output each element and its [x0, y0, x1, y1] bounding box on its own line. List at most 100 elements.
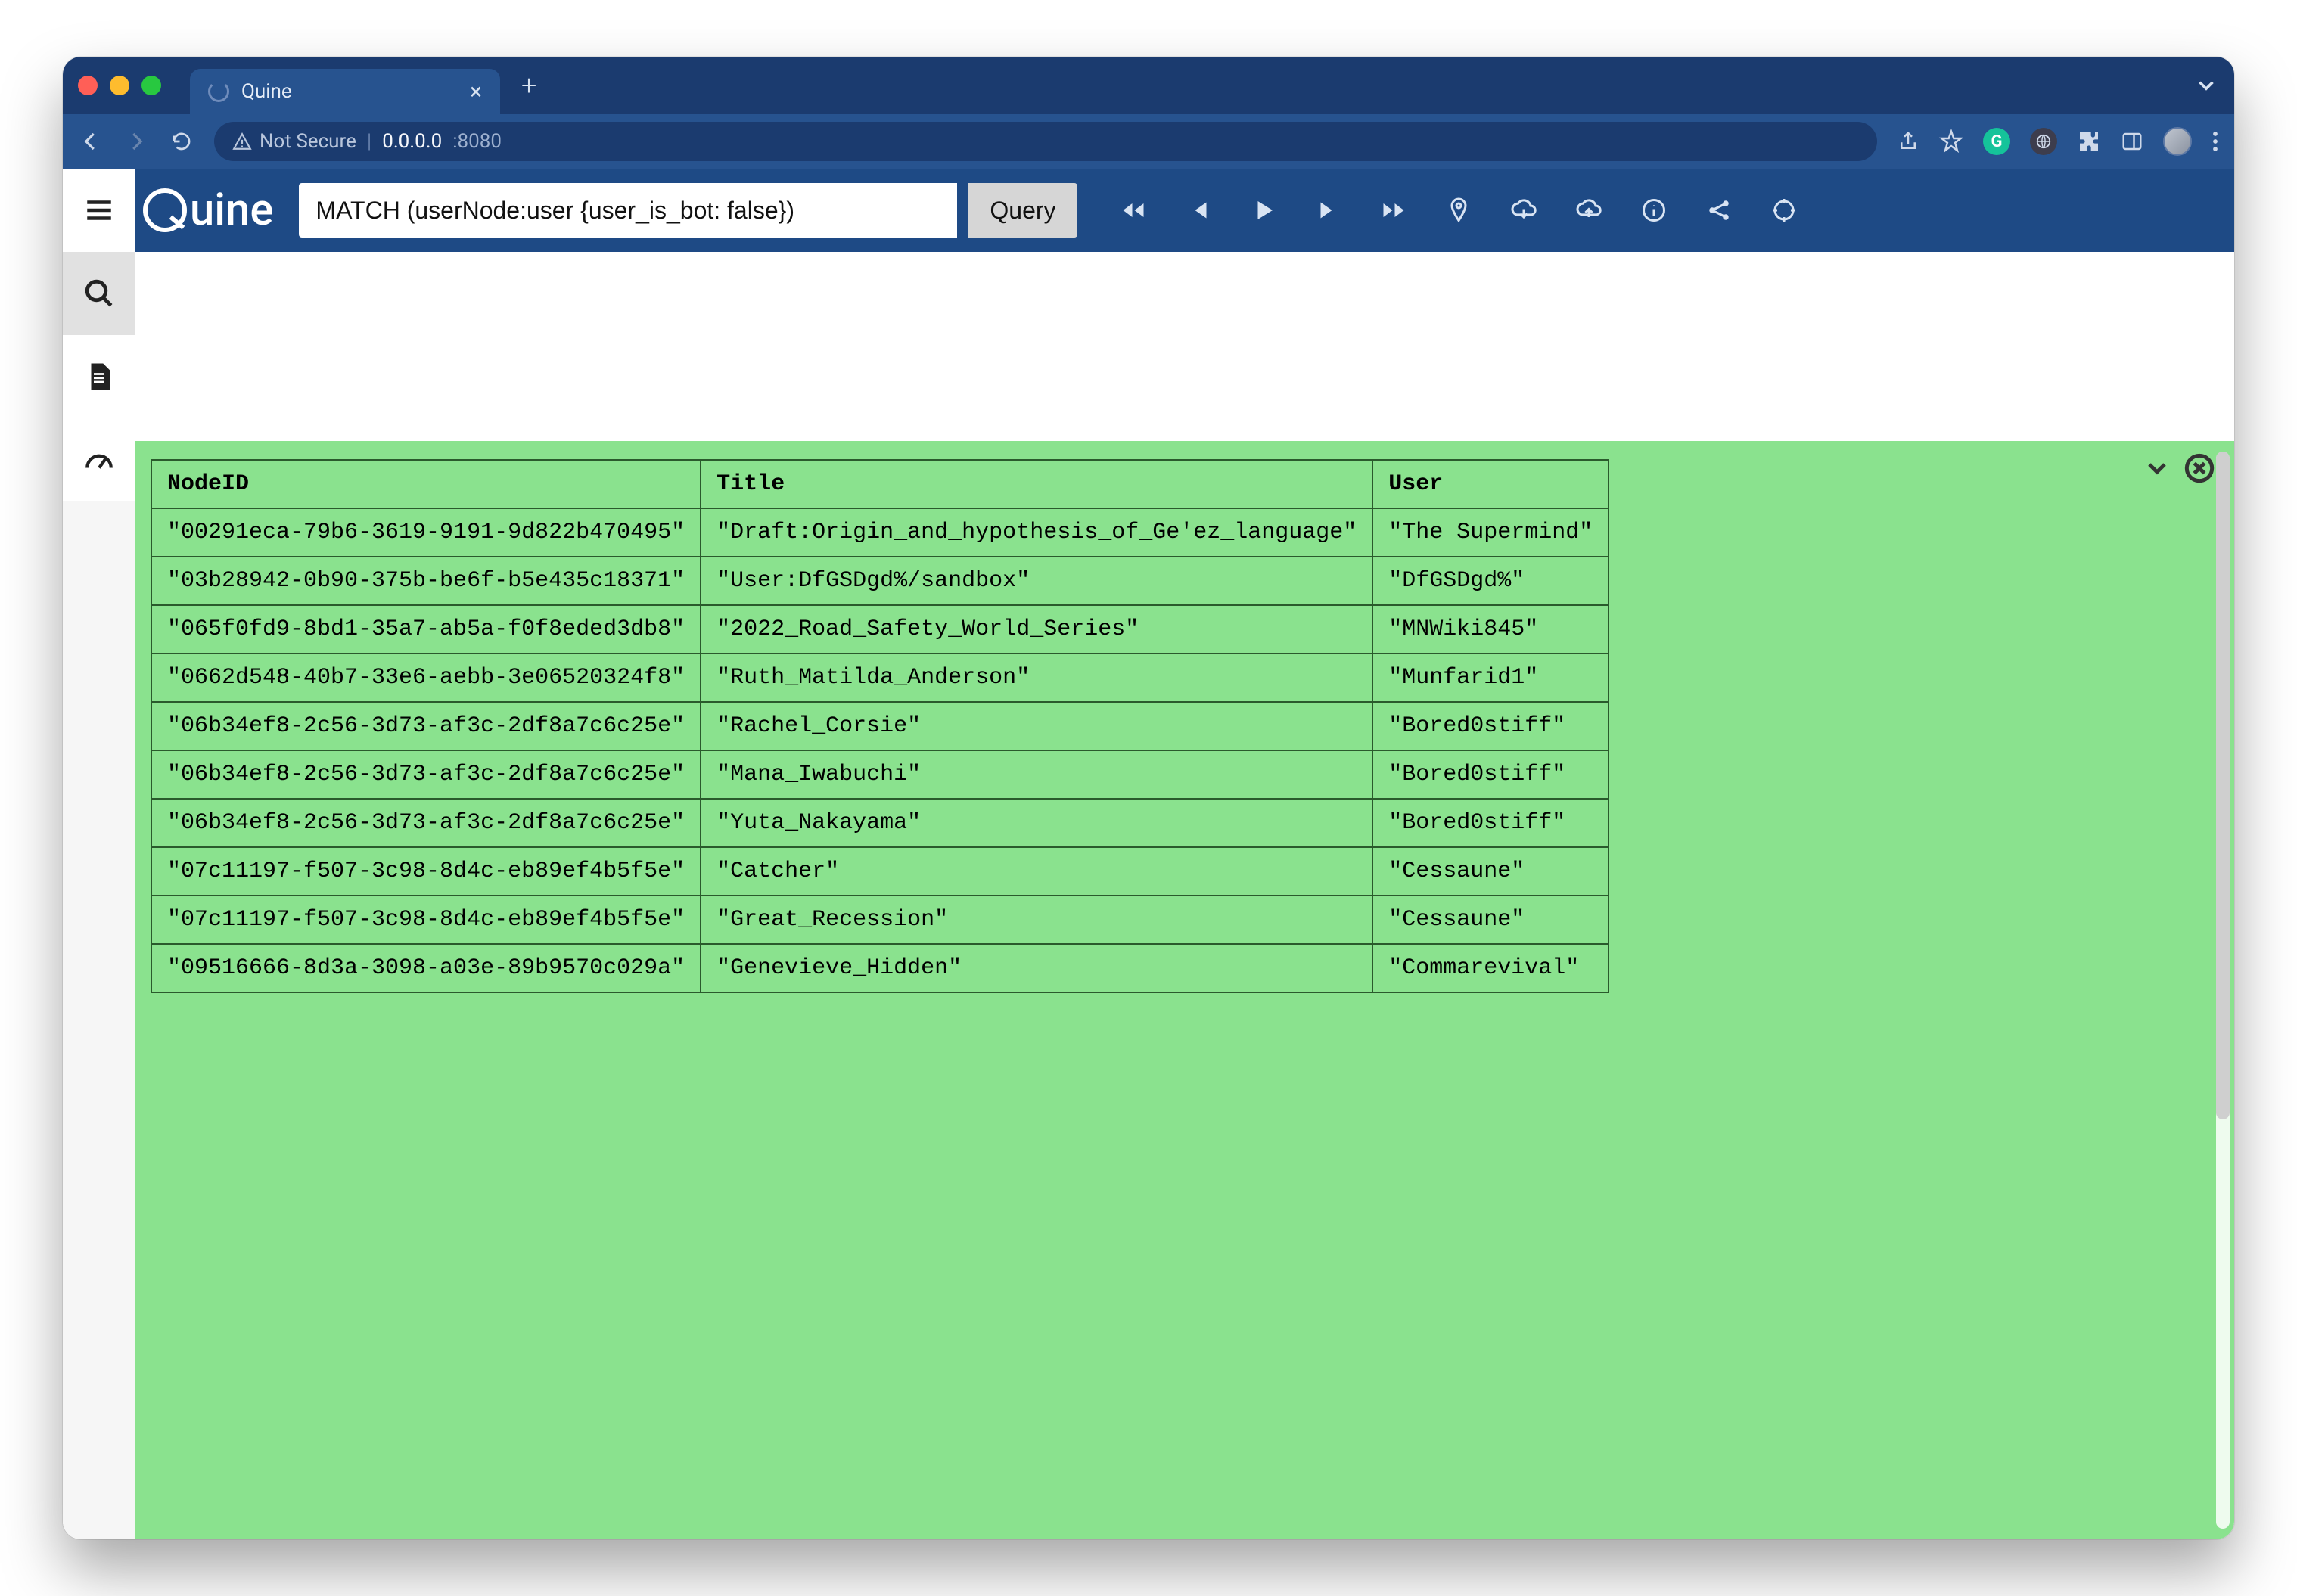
sidebar-item-search[interactable]	[63, 252, 135, 335]
table-row[interactable]: "0662d548-40b7-33e6-aebb-3e06520324f8""R…	[151, 654, 1609, 702]
panel-icon[interactable]	[2121, 130, 2143, 153]
cell-user: "Cessaune"	[1372, 896, 1609, 944]
chevron-down-icon[interactable]	[2193, 73, 2219, 98]
reload-button[interactable]	[169, 130, 194, 153]
cell-title: "Mana_Iwabuchi"	[701, 750, 1372, 799]
cell-title: "Rachel_Corsie"	[701, 702, 1372, 750]
cell-user: "Bored0stiff"	[1372, 702, 1609, 750]
column-header-nodeid[interactable]: NodeID	[151, 460, 701, 508]
cell-title: "Great_Recession"	[701, 896, 1372, 944]
browser-tab[interactable]: Quine ×	[190, 69, 500, 114]
forward-button[interactable]	[123, 130, 149, 153]
close-panel-button[interactable]	[2183, 452, 2216, 485]
play-button[interactable]	[1248, 195, 1279, 225]
cell-user: "Commarevival"	[1372, 944, 1609, 992]
cell-nodeid: "00291eca-79b6-3619-9191-9d822b470495"	[151, 508, 701, 557]
graph-canvas[interactable]	[135, 252, 2234, 441]
table-row[interactable]: "00291eca-79b6-3619-9191-9d822b470495""D…	[151, 508, 1609, 557]
results-panel-controls	[2140, 452, 2216, 485]
column-header-title[interactable]: Title	[701, 460, 1372, 508]
menu-button[interactable]	[63, 169, 135, 252]
back-button[interactable]	[78, 130, 104, 153]
skip-forward-button[interactable]	[1313, 195, 1344, 225]
cell-title: "Genevieve_Hidden"	[701, 944, 1372, 992]
globe-icon	[2035, 133, 2052, 150]
cell-nodeid: "07c11197-f507-3c98-8d4c-eb89ef4b5f5e"	[151, 896, 701, 944]
table-row[interactable]: "06b34ef8-2c56-3d73-af3c-2df8a7c6c25e""Y…	[151, 799, 1609, 847]
maximize-window-button[interactable]	[141, 76, 161, 95]
table-row[interactable]: "09516666-8d3a-3098-a03e-89b9570c029a""G…	[151, 944, 1609, 992]
query-button[interactable]: Query	[968, 183, 1077, 238]
query-box	[299, 183, 957, 238]
gauge-icon	[83, 444, 115, 476]
table-row[interactable]: "06b34ef8-2c56-3d73-af3c-2df8a7c6c25e""R…	[151, 702, 1609, 750]
table-row[interactable]: "07c11197-f507-3c98-8d4c-eb89ef4b5f5e""C…	[151, 847, 1609, 896]
info-button[interactable]	[1639, 195, 1669, 225]
hamburger-icon	[83, 194, 115, 226]
app-main: uine Query	[135, 169, 2234, 1539]
tab-loading-icon	[208, 81, 229, 102]
table-row[interactable]: "03b28942-0b90-375b-be6f-b5e435c18371""U…	[151, 557, 1609, 605]
cell-user: "Munfarid1"	[1372, 654, 1609, 702]
cell-nodeid: "07c11197-f507-3c98-8d4c-eb89ef4b5f5e"	[151, 847, 701, 896]
profile-avatar[interactable]	[2163, 127, 2192, 156]
extensions-puzzle-icon[interactable]	[2077, 129, 2101, 154]
cell-title: "Yuta_Nakayama"	[701, 799, 1372, 847]
cell-title: "Draft:Origin_and_hypothesis_of_Ge'ez_la…	[701, 508, 1372, 557]
share-button[interactable]	[1704, 195, 1734, 225]
table-row[interactable]: "06b34ef8-2c56-3d73-af3c-2df8a7c6c25e""M…	[151, 750, 1609, 799]
cell-user: "DfGSDgd%"	[1372, 557, 1609, 605]
new-tab-button[interactable]: +	[521, 70, 536, 101]
toolbar-icons	[1118, 195, 1799, 225]
cell-nodeid: "065f0fd9-8bd1-35a7-ab5a-f0f8eded3db8"	[151, 605, 701, 654]
query-input[interactable]	[299, 183, 957, 238]
browser-window: Quine × + Not Secure | 0.0.0.0:8080	[63, 57, 2234, 1539]
fast-forward-button[interactable]	[1379, 195, 1409, 225]
kebab-menu-icon[interactable]	[2212, 130, 2219, 153]
table-row[interactable]: "065f0fd9-8bd1-35a7-ab5a-f0f8eded3db8""2…	[151, 605, 1609, 654]
url-box[interactable]: Not Secure | 0.0.0.0:8080	[214, 122, 1877, 161]
collapse-panel-button[interactable]	[2140, 452, 2174, 485]
location-pin-button[interactable]	[1444, 195, 1474, 225]
not-secure-label: Not Secure	[260, 130, 356, 153]
app-toolbar: uine Query	[135, 169, 2234, 252]
close-window-button[interactable]	[78, 76, 98, 95]
share-icon[interactable]	[1897, 130, 1919, 153]
rewind-button[interactable]	[1118, 195, 1148, 225]
security-indicator[interactable]: Not Secure	[232, 130, 356, 153]
bookmark-star-icon[interactable]	[1939, 129, 1963, 154]
column-header-user[interactable]: User	[1372, 460, 1609, 508]
cell-user: "MNWiki845"	[1372, 605, 1609, 654]
cell-user: "Bored0stiff"	[1372, 750, 1609, 799]
url-host: 0.0.0.0	[382, 130, 442, 153]
cell-user: "The Supermind"	[1372, 508, 1609, 557]
url-port: :8080	[452, 130, 502, 153]
cell-title: "Ruth_Matilda_Anderson"	[701, 654, 1372, 702]
logo-q-icon	[143, 188, 187, 232]
extension-grammarly-icon[interactable]: G	[1983, 128, 2010, 155]
minimize-window-button[interactable]	[110, 76, 129, 95]
cloud-upload-button[interactable]	[1574, 195, 1604, 225]
document-icon	[83, 361, 115, 393]
sidebar-item-dashboard[interactable]	[63, 418, 135, 501]
table-row[interactable]: "07c11197-f507-3c98-8d4c-eb89ef4b5f5e""G…	[151, 896, 1609, 944]
extension-icon[interactable]	[2030, 128, 2057, 155]
close-circle-icon	[2184, 453, 2215, 483]
chevron-down-icon	[2142, 453, 2172, 483]
tab-strip: Quine × +	[63, 57, 2234, 114]
target-button[interactable]	[1769, 195, 1799, 225]
sidebar-item-document[interactable]	[63, 335, 135, 418]
skip-back-button[interactable]	[1183, 195, 1214, 225]
cell-title: "Catcher"	[701, 847, 1372, 896]
results-table: NodeID Title User "00291eca-79b6-3619-91…	[151, 459, 1609, 993]
scrollbar-thumb[interactable]	[2216, 452, 2230, 1119]
app-logo[interactable]: uine	[135, 185, 288, 236]
close-tab-button[interactable]: ×	[470, 79, 482, 105]
left-rail	[63, 169, 135, 1539]
cell-nodeid: "03b28942-0b90-375b-be6f-b5e435c18371"	[151, 557, 701, 605]
results-scrollbar[interactable]	[2216, 452, 2230, 1529]
logo-text: uine	[190, 185, 273, 236]
cloud-download-button[interactable]	[1509, 195, 1539, 225]
cell-nodeid: "09516666-8d3a-3098-a03e-89b9570c029a"	[151, 944, 701, 992]
results-inner: NodeID Title User "00291eca-79b6-3619-91…	[135, 441, 1624, 1539]
